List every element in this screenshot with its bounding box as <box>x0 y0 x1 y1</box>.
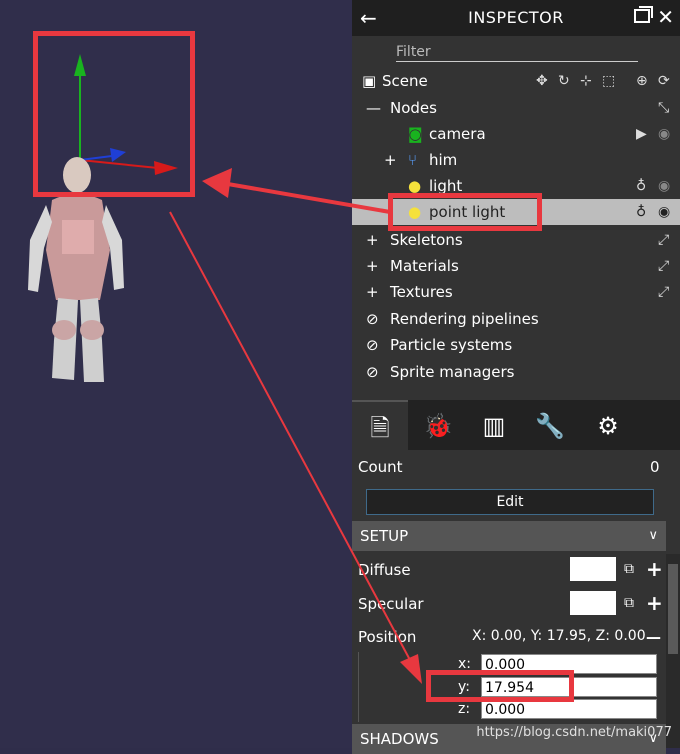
image-icon: ▣ <box>362 72 377 90</box>
expand-arrows-icon[interactable]: ⤢ <box>658 258 669 274</box>
camera-label: camera <box>429 125 486 143</box>
tree-row-materials[interactable]: + Materials ⤢ <box>352 253 680 279</box>
copy-icon[interactable]: ⧉ <box>624 595 634 611</box>
specular-label: Specular <box>358 595 424 613</box>
ban-icon: ⊘ <box>366 363 379 381</box>
expand-icon[interactable]: + <box>366 257 379 275</box>
textures-label: Textures <box>390 283 453 301</box>
him-label: him <box>429 151 458 169</box>
tree-row-scene[interactable]: ▣ Scene ✥ ↻ ⊹ ⬚ ⊕ ⟳ <box>352 68 680 94</box>
expand-icon[interactable]: + <box>366 231 379 249</box>
tree-row-sprites[interactable]: ⊘ Sprite managers <box>352 359 680 385</box>
filter-input[interactable]: Filter <box>396 44 638 62</box>
sprites-label: Sprite managers <box>390 363 515 381</box>
move-gizmo-icon[interactable]: ✥ <box>536 73 548 89</box>
particles-label: Particle systems <box>390 336 513 354</box>
setup-label: SETUP <box>360 527 409 545</box>
gear-icon: ⚙ <box>597 412 619 440</box>
diffuse-label: Diffuse <box>358 561 411 579</box>
crosshair-icon[interactable]: ⊕ <box>636 73 648 89</box>
vector-group-line <box>358 652 359 722</box>
chevron-down-icon: ∨ <box>648 528 658 543</box>
bug-icon: 🐞 <box>423 412 453 440</box>
properties-scrollbar[interactable] <box>666 554 680 748</box>
ban-icon: ⊘ <box>366 336 379 354</box>
inspector-header: ← INSPECTOR ✕ <box>352 0 680 36</box>
rotate-gizmo-icon[interactable]: ↻ <box>558 73 570 89</box>
eye-icon[interactable]: ◉ <box>658 126 670 142</box>
scrollbar-thumb[interactable] <box>668 564 678 654</box>
inspector-panel: ← INSPECTOR ✕ Filter ▣ Scene ✥ ↻ ⊹ ⬚ ⊕ ⟳… <box>352 0 680 754</box>
plus-icon[interactable]: + <box>646 591 663 615</box>
ban-icon: ⊘ <box>366 310 379 328</box>
plus-icon[interactable]: + <box>646 557 663 581</box>
tab-properties[interactable]: 🗎 <box>352 400 408 452</box>
eye-icon[interactable]: ◉ <box>658 204 670 220</box>
position-value: X: 0.00, Y: 17.95, Z: 0.00 <box>472 628 646 644</box>
expand-icon[interactable]: + <box>384 151 397 169</box>
minus-icon[interactable]: — <box>646 628 661 646</box>
chart-icon: ▥ <box>482 412 506 440</box>
bounding-box-icon[interactable]: ⬚ <box>602 73 615 89</box>
tree-row-him[interactable]: + ⑂ him <box>352 147 680 173</box>
tree-row-camera[interactable]: ◙ camera ▶ ◉ <box>352 121 680 147</box>
skeletons-label: Skeletons <box>390 231 463 249</box>
tree-row-nodes[interactable]: — Nodes ⤡ <box>352 95 680 121</box>
tree-row-particles[interactable]: ⊘ Particle systems <box>352 332 680 358</box>
tab-tools[interactable]: 🔧 <box>522 400 578 450</box>
collapse-icon[interactable]: — <box>366 99 381 117</box>
inspector-title: INSPECTOR <box>468 8 564 27</box>
tab-statistics[interactable]: ▥ <box>466 400 522 450</box>
annotation-box-y-value <box>426 670 574 702</box>
count-label: Count <box>358 458 403 476</box>
count-value: 0 <box>650 458 660 476</box>
tab-settings[interactable]: ⚙ <box>580 400 636 450</box>
branch-icon: ⑂ <box>408 151 418 169</box>
setup-section-header[interactable]: SETUP ∨ <box>352 521 666 551</box>
specular-color-swatch[interactable] <box>570 591 616 615</box>
nodes-label: Nodes <box>390 99 437 117</box>
shadows-label: SHADOWS <box>360 730 439 748</box>
popout-icon[interactable] <box>634 6 653 23</box>
position-z-input[interactable]: 0.000 <box>481 699 657 719</box>
tree-row-rendering[interactable]: ⊘ Rendering pipelines <box>352 306 680 332</box>
copy-icon[interactable]: ⧉ <box>624 561 634 577</box>
compress-icon[interactable]: ⤡ <box>658 100 669 116</box>
lightbulb-toggle-icon[interactable]: ♁ <box>636 204 646 220</box>
eye-icon[interactable]: ◉ <box>658 178 670 194</box>
tree-row-textures[interactable]: + Textures ⤢ <box>352 279 680 305</box>
annotation-box-point-light <box>388 193 542 231</box>
scale-gizmo-icon[interactable]: ⊹ <box>580 73 592 89</box>
tab-debug[interactable]: 🐞 <box>410 400 466 450</box>
rendering-label: Rendering pipelines <box>390 310 539 328</box>
expand-arrows-icon[interactable]: ⤢ <box>658 232 669 248</box>
wrench-icon: 🔧 <box>535 412 565 440</box>
expand-icon[interactable]: + <box>366 283 379 301</box>
document-icon: 🗎 <box>370 414 390 442</box>
z-label: z: <box>458 701 471 717</box>
camera-icon: ◙ <box>408 125 423 143</box>
expand-arrows-icon[interactable]: ⤢ <box>658 284 669 300</box>
scene-label: Scene <box>382 72 428 90</box>
position-label: Position <box>358 628 417 646</box>
annotation-box-gizmo <box>33 31 195 197</box>
inspector-tabs: 🗎 🐞 ▥ 🔧 ⚙ <box>352 400 680 452</box>
edit-button[interactable]: Edit <box>366 489 654 515</box>
refresh-icon[interactable]: ⟳ <box>658 73 670 89</box>
close-icon[interactable]: ✕ <box>657 5 674 29</box>
video-camera-icon[interactable]: ▶ <box>636 126 647 142</box>
diffuse-color-swatch[interactable] <box>570 557 616 581</box>
lightbulb-toggle-icon[interactable]: ♁ <box>636 178 646 194</box>
watermark-text: https://blog.csdn.net/maki077 <box>476 725 672 740</box>
materials-label: Materials <box>390 257 459 275</box>
